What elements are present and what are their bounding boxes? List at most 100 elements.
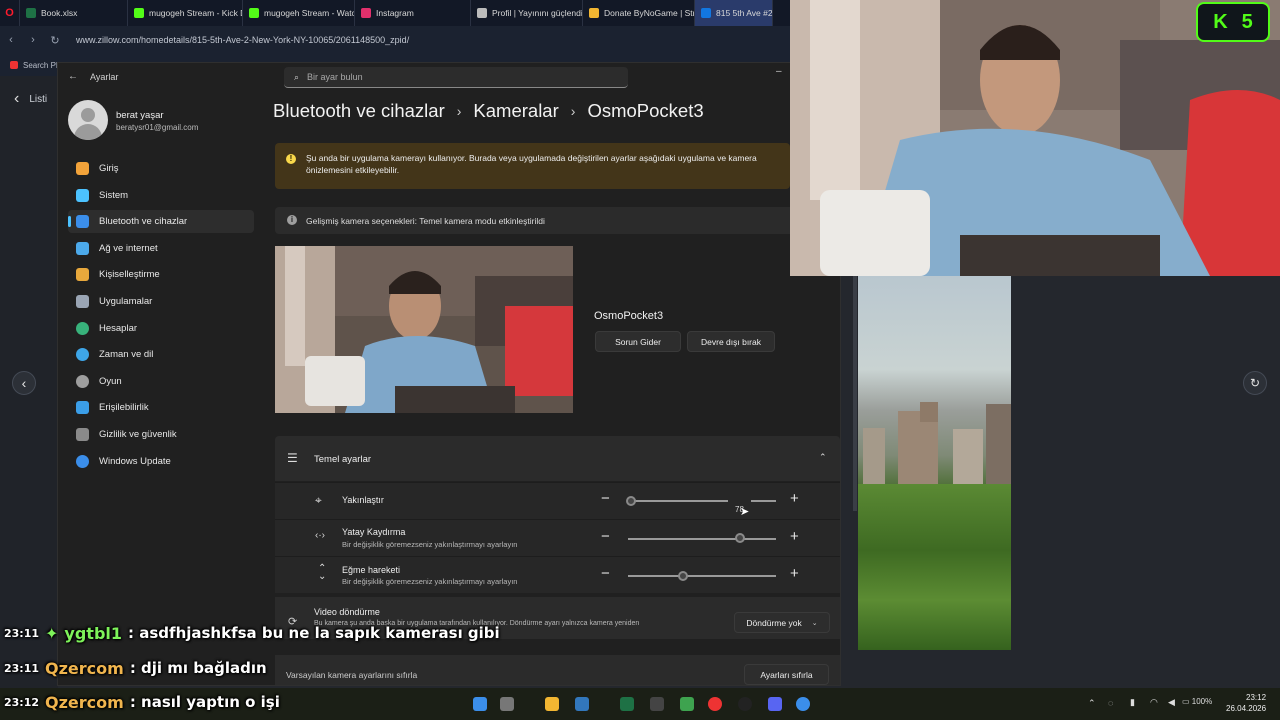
back-arrow-icon[interactable]: ← [68, 71, 78, 82]
info-icon: i [287, 215, 297, 225]
zoom-minus-button[interactable]: − [601, 491, 610, 506]
disable-camera-button[interactable]: Devre dışı bırak [687, 331, 775, 352]
forward-icon[interactable]: › [22, 34, 44, 46]
settings-app-icon[interactable] [796, 697, 810, 711]
breadcrumb-bluetooth[interactable]: Bluetooth ve cihazlar [273, 100, 445, 122]
browser-tab[interactable]: Instagram [355, 0, 471, 26]
breadcrumb-cameras[interactable]: Kameralar [473, 100, 558, 122]
profile-name: berat yaşar [116, 110, 164, 121]
volume-icon[interactable]: ◀ [1168, 697, 1175, 708]
tilt-minus-button[interactable]: − [601, 566, 610, 581]
file-explorer-icon[interactable] [545, 697, 559, 711]
listing-photo[interactable] [858, 276, 1011, 650]
sidebar-item-a-ve-internet[interactable]: Ağ ve internet [68, 237, 254, 260]
opera-menu-icon[interactable]: O [0, 0, 20, 26]
zoom-slider-thumb[interactable] [625, 496, 636, 506]
chevron-left-icon: ‹ [14, 90, 20, 107]
troubleshoot-button[interactable]: Sorun Gider [595, 331, 681, 352]
obs-icon[interactable] [650, 697, 664, 711]
sidebar-item-gizlilik-ve-g-venlik[interactable]: Gizlilik ve güvenlik [68, 423, 254, 446]
sidebar-item-windows-update[interactable]: Windows Update [68, 450, 254, 473]
sidebar-item-hesaplar[interactable]: Hesaplar [68, 317, 254, 340]
viewer-count: 5 [1241, 10, 1253, 33]
brush-icon [76, 268, 89, 282]
zoom-slider-track[interactable] [628, 500, 728, 502]
minimize-icon[interactable]: – [776, 66, 782, 77]
pan-sub: Bir değişiklik göremezseniz yakınlaştırm… [342, 540, 518, 549]
reset-settings-button[interactable]: Ayarları sıfırla [744, 664, 829, 685]
shield-icon [477, 8, 487, 18]
zillow-back-to-list[interactable]: ‹ Listi [14, 90, 47, 108]
sidebar-item-ki-iselle-tirme[interactable]: Kişiselleştirme [68, 263, 254, 286]
settings-app-title: Ayarlar [90, 72, 119, 82]
settings-search-input[interactable]: ⌕ Bir ayar bulun [284, 67, 628, 88]
browser-tab[interactable]: Donate ByNoGame | Strea [583, 0, 695, 26]
tilt-slider-thumb[interactable] [677, 571, 688, 581]
chevron-up-icon[interactable]: ⌃ [819, 452, 827, 463]
warning-icon: ! [286, 154, 296, 164]
zoom-label: Yakınlaştır [342, 495, 384, 505]
chat-message: 23:11 Qzercom : dji mı bağladın [4, 658, 267, 678]
reload-icon[interactable]: ↻ [44, 34, 66, 47]
browser-tab[interactable]: mugogeh Stream - Kick D [128, 0, 243, 26]
bluetooth-icon [76, 215, 89, 229]
url-field[interactable]: www.zillow.com/homedetails/815-5th-Ave-2… [76, 35, 409, 45]
opera-icon[interactable] [708, 697, 722, 711]
advanced-camera-info: Gelişmiş kamera seçenekleri: Temel kamer… [275, 207, 840, 234]
tilt-plus-button[interactable]: + [790, 566, 799, 581]
avatar[interactable] [68, 100, 108, 140]
microphone-icon[interactable]: ▮ [1130, 697, 1135, 708]
zoom-icon: ⌖ [315, 493, 322, 507]
video-rotation-label: Video döndürme [314, 607, 380, 617]
warning-text-line1: Şu anda bir uygulama kamerayı kullanıyor… [306, 153, 757, 163]
back-icon[interactable]: ‹ [0, 34, 22, 46]
excel-icon[interactable] [620, 697, 634, 711]
search-icon[interactable] [500, 697, 514, 711]
gallery-prev-button[interactable]: ‹ [12, 371, 36, 395]
zoom-plus-button[interactable]: + [790, 491, 799, 506]
apps-icon [76, 295, 89, 308]
accessibility-icon [76, 401, 89, 415]
sidebar-item-giri-[interactable]: Giriş [68, 157, 254, 180]
browser-tab[interactable]: Book.xlsx [20, 0, 128, 26]
chevron-down-icon: ⌄ [811, 619, 818, 627]
chevron-up-icon[interactable]: ⌃ [1088, 698, 1096, 709]
vscode-icon[interactable] [575, 697, 589, 711]
sidebar-item-eri-ilebilirlik[interactable]: Erişilebilirlik [68, 396, 254, 419]
gallery-refresh-button[interactable]: ↻ [1243, 371, 1267, 395]
kick-icon: K [1213, 10, 1228, 33]
update-icon [76, 454, 89, 468]
pan-slider-track[interactable] [628, 538, 776, 540]
browser-tab[interactable]: mugogeh Stream - Watch [243, 0, 355, 26]
person-icon [76, 321, 89, 335]
video-rotation-select[interactable]: Döndürme yok ⌄ [734, 612, 830, 633]
browser-tab[interactable]: Profil | Yayınını güçlendir [471, 0, 583, 26]
sidebar-item-oyun[interactable]: Oyun [68, 370, 254, 393]
camera-preview-image [275, 246, 573, 413]
tilt-slider-track[interactable] [628, 575, 776, 577]
app-icon[interactable] [680, 697, 694, 711]
chat-message: 23:12 Qzercom : nasıl yaptın o işi [4, 692, 280, 712]
pan-icon: ‹·› [315, 530, 325, 541]
bookmark-item[interactable]: Search PH [23, 61, 62, 70]
pan-plus-button[interactable]: + [790, 529, 799, 544]
kick-icon [249, 8, 259, 18]
network-icon[interactable]: ◌ [1108, 698, 1113, 708]
sidebar-item-zaman-ve-dil[interactable]: Zaman ve dil [68, 343, 254, 366]
pan-minus-button[interactable]: − [601, 529, 610, 544]
tilt-label: Eğme hareketi [342, 565, 401, 575]
taskbar-clock[interactable]: 23:12 26.04.2026 [1226, 692, 1266, 714]
coin-icon [589, 8, 599, 18]
battery-label[interactable]: ▭ 100% [1182, 697, 1212, 706]
profile-email: beratysr01@gmail.com [116, 123, 199, 132]
sidebar-item-uygulamalar[interactable]: Uygulamalar [68, 290, 254, 313]
steam-icon[interactable] [738, 697, 752, 711]
scrollbar[interactable] [853, 276, 857, 511]
windows-start-icon[interactable] [473, 697, 487, 711]
sidebar-item-sistem[interactable]: Sistem [68, 184, 254, 207]
browser-tab[interactable]: 815 5th Ave #2, N [695, 0, 773, 26]
discord-icon[interactable] [768, 697, 782, 711]
wifi-icon[interactable]: ◠ [1150, 697, 1158, 708]
sidebar-item-bluetooth-ve-cihazlar[interactable]: Bluetooth ve cihazlar [68, 210, 254, 234]
refresh-icon: ↻ [1249, 376, 1261, 390]
